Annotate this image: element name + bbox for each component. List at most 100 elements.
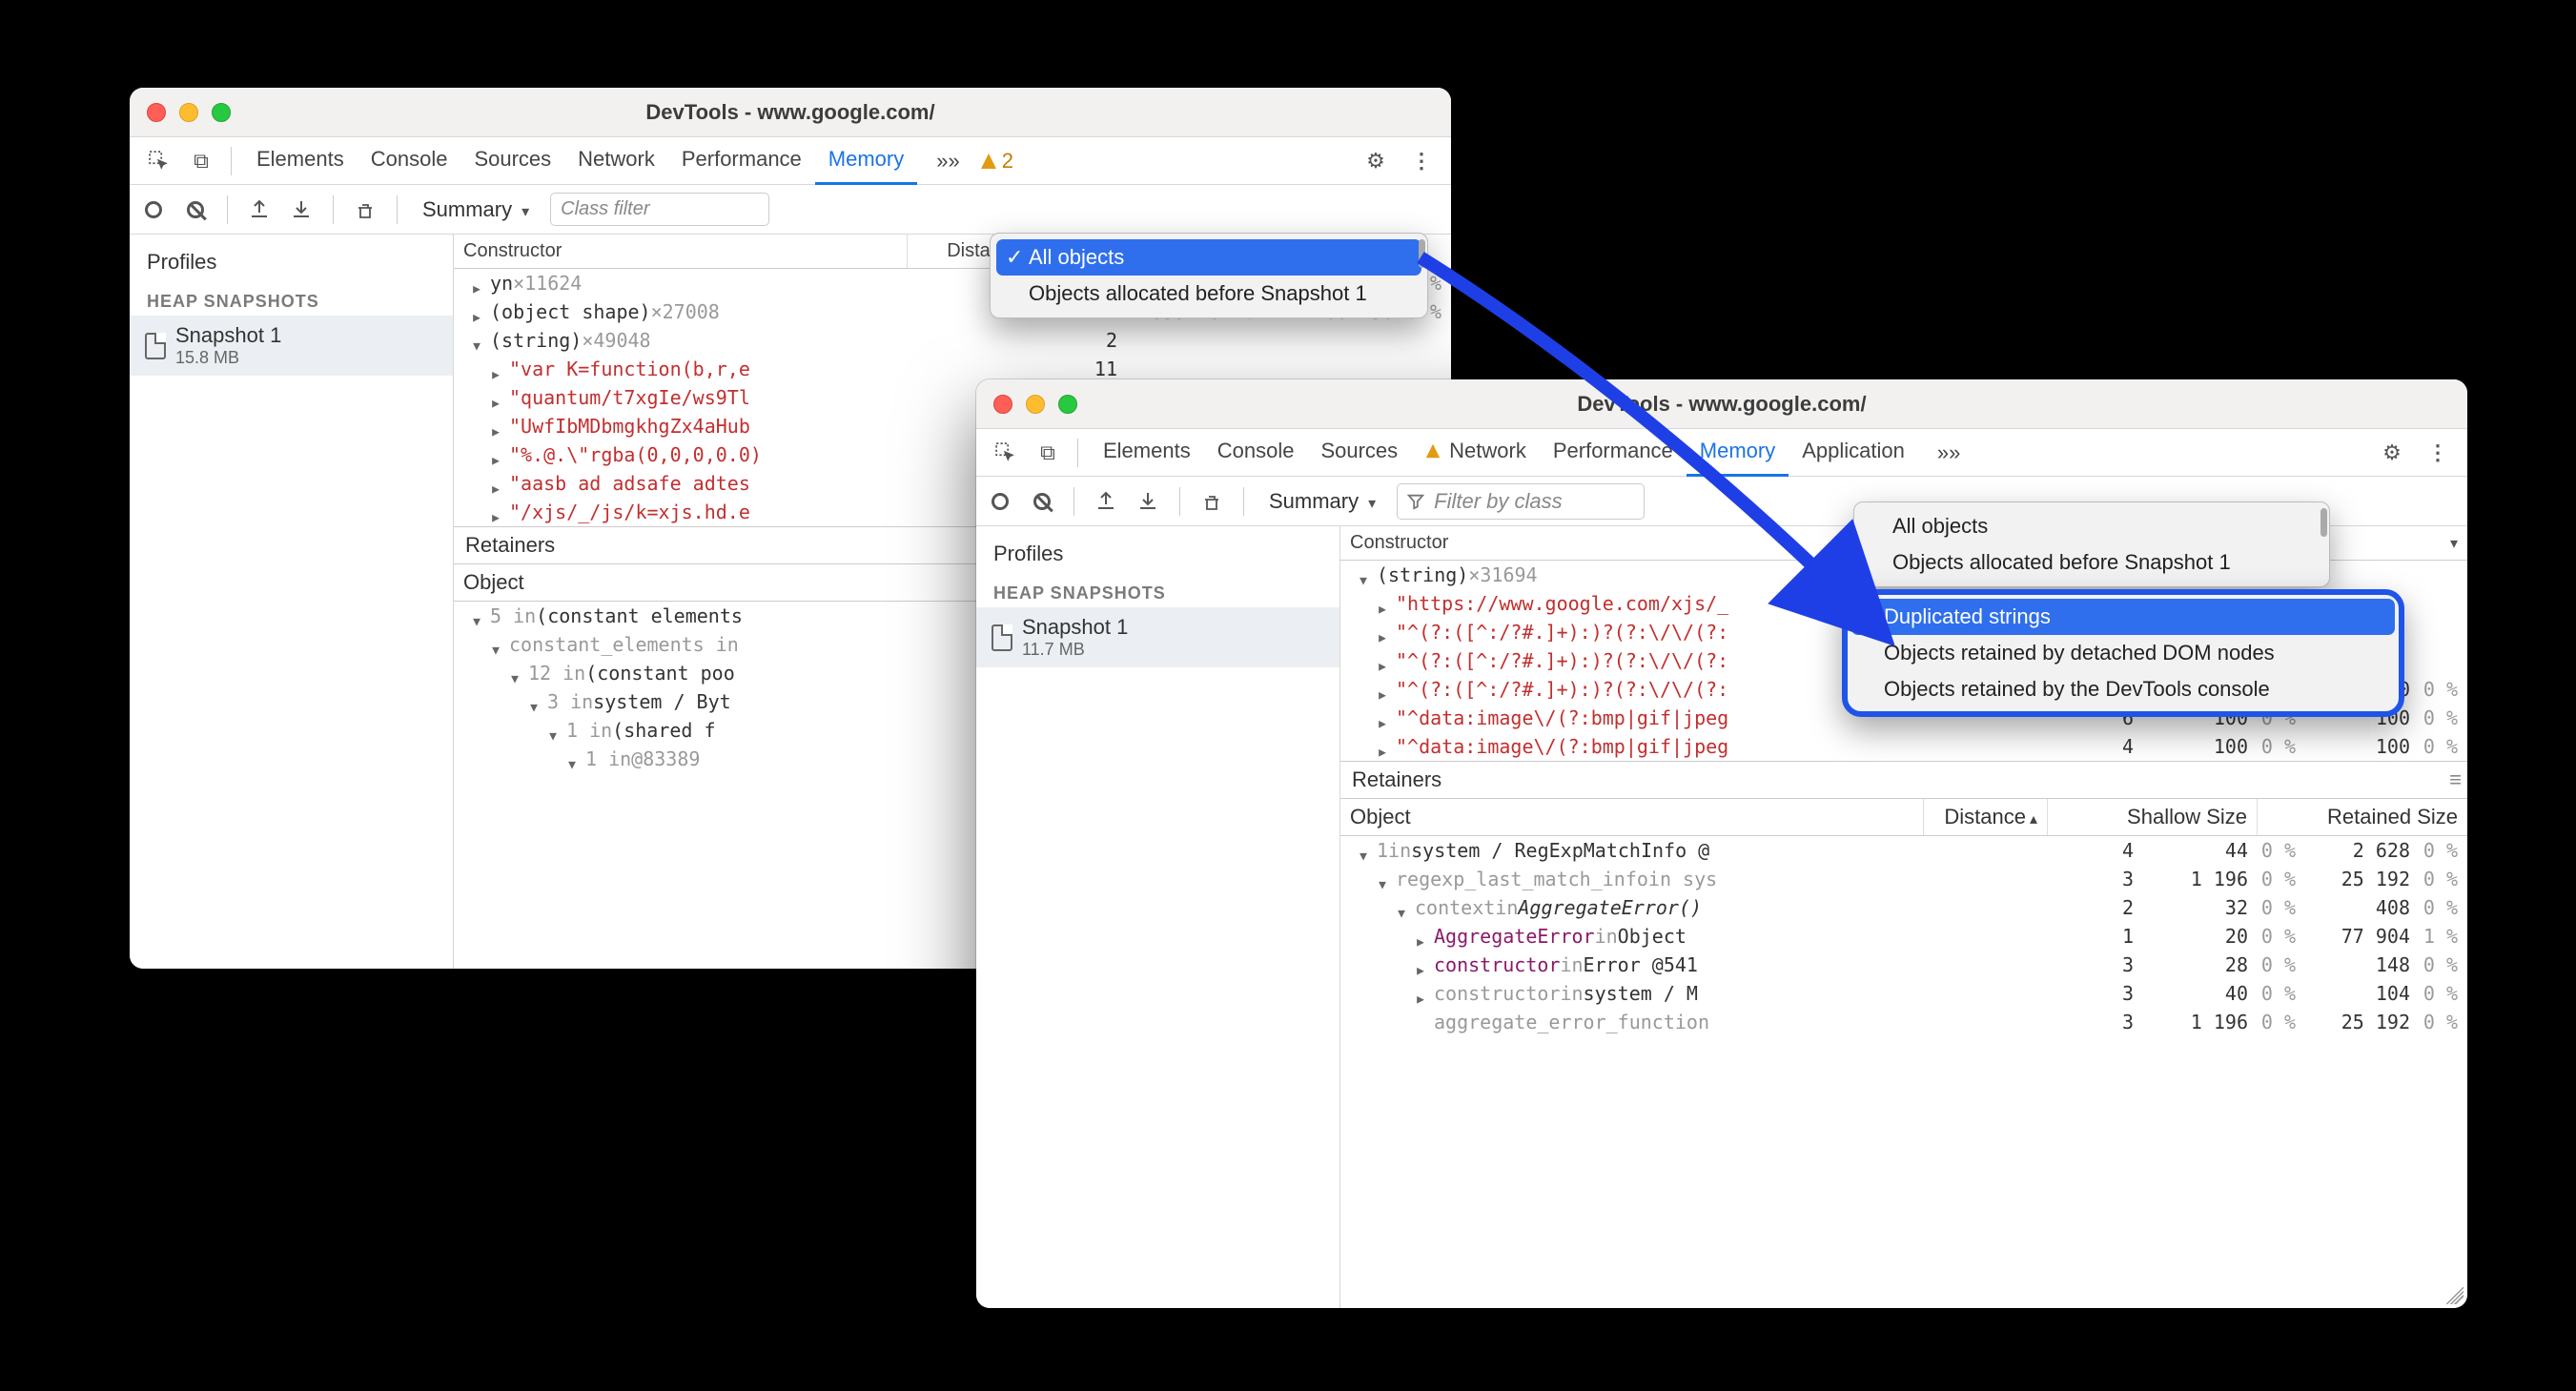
filter-dropdown[interactable]: All objects Objects allocated before Sna…	[990, 233, 1428, 318]
chevron-down-icon[interactable]	[471, 609, 484, 623]
cell: 4	[2019, 839, 2143, 862]
close-icon[interactable]	[147, 103, 166, 122]
inspect-icon[interactable]	[988, 435, 1024, 471]
gc-icon[interactable]	[351, 195, 379, 224]
tab-memory[interactable]: Memory	[815, 139, 917, 185]
settings-icon[interactable]	[2374, 435, 2410, 471]
chevron-right-icon[interactable]	[490, 419, 503, 433]
class-filter-input[interactable]: Class filter	[550, 193, 769, 226]
table-row[interactable]: constructor in system / M3400 %1040 %	[1340, 979, 2467, 1008]
table-row[interactable]: 1 in system / RegExpMatchInfo @4440 %2 6…	[1340, 836, 2467, 865]
chevron-right-icon[interactable]	[1415, 930, 1428, 943]
more-icon[interactable]	[2420, 435, 2456, 471]
cell: 0 %	[2410, 678, 2467, 701]
table-row[interactable]: context in AggregateError()2320 %4080 %	[1340, 893, 2467, 922]
chevron-right-icon[interactable]	[490, 391, 503, 404]
device-toggle-icon[interactable]	[183, 143, 219, 179]
close-icon[interactable]	[993, 395, 1012, 414]
upload-icon[interactable]	[1092, 487, 1120, 516]
device-toggle-icon[interactable]	[1030, 435, 1066, 471]
chevron-down-icon[interactable]	[1377, 872, 1390, 886]
chevron-down-icon[interactable]	[547, 724, 561, 737]
chevron-down-icon[interactable]	[1358, 568, 1371, 582]
chevron-right-icon[interactable]	[471, 305, 484, 318]
tabs-overflow[interactable]: »	[923, 141, 973, 181]
ret-col-retained[interactable]: Retained Size	[2258, 799, 2467, 835]
chevron-down-icon[interactable]	[509, 666, 522, 680]
memory-toolbar: Summary Class filter	[130, 185, 1451, 235]
snapshot-size: 11.7 MB	[1022, 640, 1128, 660]
chevron-down-icon[interactable]	[471, 334, 484, 347]
chevron-right-icon[interactable]	[490, 362, 503, 376]
view-select[interactable]: Summary	[1261, 485, 1383, 518]
record-icon[interactable]	[986, 487, 1014, 516]
clear-icon[interactable]	[1028, 487, 1056, 516]
col-constructor[interactable]: Constructor	[454, 235, 908, 268]
resize-grip-icon[interactable]	[2446, 1287, 2464, 1304]
table-row[interactable]: "^data:image\/(?:bmp|gif|jpeg41000 %1000…	[1340, 732, 2467, 761]
minimize-icon[interactable]	[179, 103, 198, 122]
chevron-right-icon[interactable]	[1377, 711, 1390, 725]
filter-option-before-snapshot[interactable]: Objects allocated before Snapshot 1	[996, 276, 1421, 312]
view-select[interactable]: Summary	[415, 194, 537, 226]
inspect-icon[interactable]	[141, 143, 177, 179]
table-row[interactable]: aggregate_error_function31 1960 %25 1920…	[1340, 1008, 2467, 1036]
tab-network[interactable]: Network	[564, 139, 668, 182]
tab-console[interactable]: Console	[358, 139, 461, 182]
record-icon[interactable]	[139, 195, 168, 224]
tab-sources[interactable]: Sources	[460, 139, 564, 182]
window-title: DevTools - www.google.com/	[130, 100, 1451, 125]
table-row[interactable]: constructor in Error @5413280 %1480 %	[1340, 951, 2467, 979]
profiles-sidebar: Profiles HEAP SNAPSHOTS Snapshot 1 11.7 …	[976, 526, 1340, 1308]
table-row[interactable]: regexp_last_match_info in sys31 1960 %25…	[1340, 865, 2467, 893]
chevron-down-icon[interactable]	[1396, 901, 1409, 914]
chevron-right-icon[interactable]	[1377, 683, 1390, 696]
tab-elements[interactable]: Elements	[1090, 431, 1204, 474]
download-icon[interactable]	[1134, 487, 1162, 516]
filter-option-all[interactable]: All objects	[996, 239, 1421, 276]
ret-col-shallow[interactable]: Shallow Size	[2048, 799, 2258, 835]
ret-col-distance[interactable]: Distance	[1924, 799, 2048, 835]
chevron-right-icon[interactable]	[1377, 654, 1390, 667]
chevron-right-icon[interactable]	[1377, 597, 1390, 610]
table-row[interactable]: (string) ×490482	[454, 326, 1451, 355]
col-chevron-icon[interactable]	[2444, 532, 2458, 553]
cell: 0 %	[2248, 925, 2305, 948]
ret-col-object[interactable]: Object	[1340, 799, 1924, 835]
chevron-right-icon[interactable]	[1415, 958, 1428, 972]
zoom-icon[interactable]	[212, 103, 231, 122]
zoom-icon[interactable]	[1058, 395, 1077, 414]
tab-console[interactable]: Console	[1204, 431, 1308, 474]
chevron-down-icon[interactable]	[566, 752, 580, 766]
chevron-right-icon[interactable]	[1377, 625, 1390, 639]
retainers-menu-icon[interactable]: ≡	[2449, 767, 2462, 792]
chevron-down-icon[interactable]	[528, 695, 542, 708]
snapshot-item[interactable]: Snapshot 1 15.8 MB	[130, 316, 453, 376]
download-icon[interactable]	[287, 195, 316, 224]
cell: 1 %	[2410, 925, 2467, 948]
cell: 100	[2305, 735, 2410, 758]
chevron-right-icon[interactable]	[490, 505, 503, 519]
upload-icon[interactable]	[245, 195, 274, 224]
minimize-icon[interactable]	[1026, 395, 1045, 414]
chevron-right-icon[interactable]	[471, 276, 484, 290]
chevron-right-icon[interactable]	[490, 477, 503, 490]
clear-icon[interactable]	[181, 195, 210, 224]
warnings-badge[interactable]: 2	[979, 149, 1013, 174]
chevron-right-icon[interactable]	[490, 448, 503, 461]
snapshot-item[interactable]: Snapshot 1 11.7 MB	[976, 607, 1339, 667]
table-row[interactable]: AggregateError in Object1200 %77 9041 %	[1340, 922, 2467, 951]
chevron-right-icon[interactable]	[1377, 740, 1390, 753]
tab-sources[interactable]: Sources	[1307, 431, 1411, 474]
settings-icon[interactable]	[1358, 143, 1394, 179]
chevron-down-icon[interactable]	[1358, 844, 1371, 857]
snapshot-file-icon	[145, 333, 166, 359]
tab-performance[interactable]: Performance	[668, 139, 815, 182]
tab-elements[interactable]: Elements	[243, 139, 358, 182]
filter-option-devtools-console[interactable]: Objects retained by the DevTools console	[1851, 671, 2395, 707]
chevron-down-icon[interactable]	[490, 638, 503, 651]
scrollbar-thumb[interactable]	[2320, 508, 2327, 537]
chevron-right-icon[interactable]	[1415, 987, 1428, 1000]
more-icon[interactable]	[1403, 143, 1440, 179]
gc-icon[interactable]	[1197, 487, 1226, 516]
